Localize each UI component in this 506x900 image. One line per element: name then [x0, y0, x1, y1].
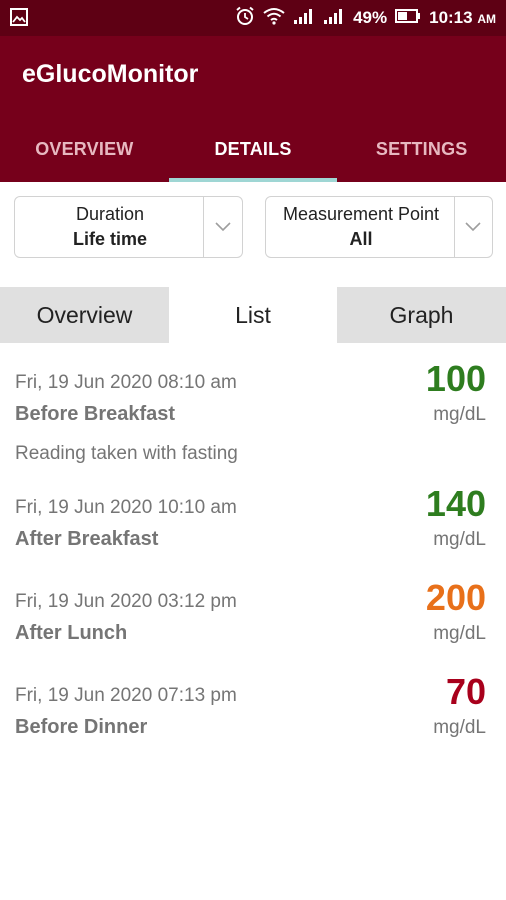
reading-datetime: Fri, 19 Jun 2020 03:12 pm — [15, 591, 237, 612]
reading-datetime: Fri, 19 Jun 2020 07:13 pm — [15, 685, 237, 706]
reading-value: 70 — [445, 671, 486, 712]
reading-measurement-point: Before Dinner — [15, 716, 148, 738]
list-item[interactable]: Fri, 19 Jun 2020 10:10 am After Breakfas… — [0, 483, 506, 567]
reading-datetime: Fri, 19 Jun 2020 10:10 am — [15, 497, 237, 518]
reading-measurement-point: After Breakfast — [15, 528, 159, 550]
battery-percent: 49% — [353, 8, 388, 27]
measurement-point-value: All — [349, 229, 373, 249]
reading-note: Reading taken with fasting — [15, 443, 238, 464]
subtab-graph[interactable]: Graph — [337, 287, 506, 343]
measurement-point-label: Measurement Point — [282, 204, 440, 224]
chevron-down-icon — [462, 215, 484, 237]
chevron-down-icon — [212, 215, 234, 237]
main-tabs: OVERVIEW DETAILS SETTINGS — [0, 116, 506, 182]
gallery-notification-icon — [10, 8, 30, 26]
reading-measurement-point: Before Breakfast — [15, 403, 176, 425]
duration-dropdown[interactable]: Duration Life time — [14, 196, 243, 258]
battery-icon — [395, 8, 421, 29]
reading-value: 140 — [425, 483, 486, 524]
clock: 10:13 AM — [429, 8, 496, 27]
alarm-icon — [235, 6, 255, 31]
wifi-icon — [263, 7, 285, 30]
reading-value: 200 — [425, 577, 486, 618]
reading-value: 100 — [425, 358, 486, 399]
dropdown-divider — [454, 197, 455, 257]
tab-overview[interactable]: OVERVIEW — [0, 116, 169, 182]
measurement-point-dropdown[interactable]: Measurement Point All — [265, 196, 493, 258]
subtab-list[interactable]: List — [169, 287, 337, 343]
reading-unit: mg/dL — [433, 717, 486, 738]
reading-unit: mg/dL — [433, 404, 486, 425]
reading-unit: mg/dL — [433, 529, 486, 550]
list-item[interactable]: Fri, 19 Jun 2020 08:10 am Before Breakfa… — [0, 358, 506, 472]
reading-measurement-point: After Lunch — [15, 622, 128, 644]
view-subtabs: Overview List Graph — [0, 287, 506, 343]
duration-label: Duration — [75, 204, 145, 224]
tab-settings[interactable]: SETTINGS — [337, 116, 506, 182]
status-bar: 49% 10:13 AM — [0, 0, 506, 36]
signal-icon — [293, 7, 315, 30]
app-title: eGlucoMonitor — [22, 60, 199, 88]
reading-unit: mg/dL — [433, 623, 486, 644]
subtab-overview[interactable]: Overview — [0, 287, 169, 343]
signal-icon-2 — [323, 7, 345, 30]
app-bar: eGlucoMonitor — [0, 36, 506, 116]
tab-details[interactable]: DETAILS — [168, 116, 338, 182]
list-item[interactable]: Fri, 19 Jun 2020 03:12 pm After Lunch 20… — [0, 577, 506, 661]
reading-datetime: Fri, 19 Jun 2020 08:10 am — [15, 372, 237, 393]
dropdown-divider — [203, 197, 204, 257]
duration-value: Life time — [72, 229, 147, 249]
list-item[interactable]: Fri, 19 Jun 2020 07:13 pm Before Dinner … — [0, 671, 506, 755]
